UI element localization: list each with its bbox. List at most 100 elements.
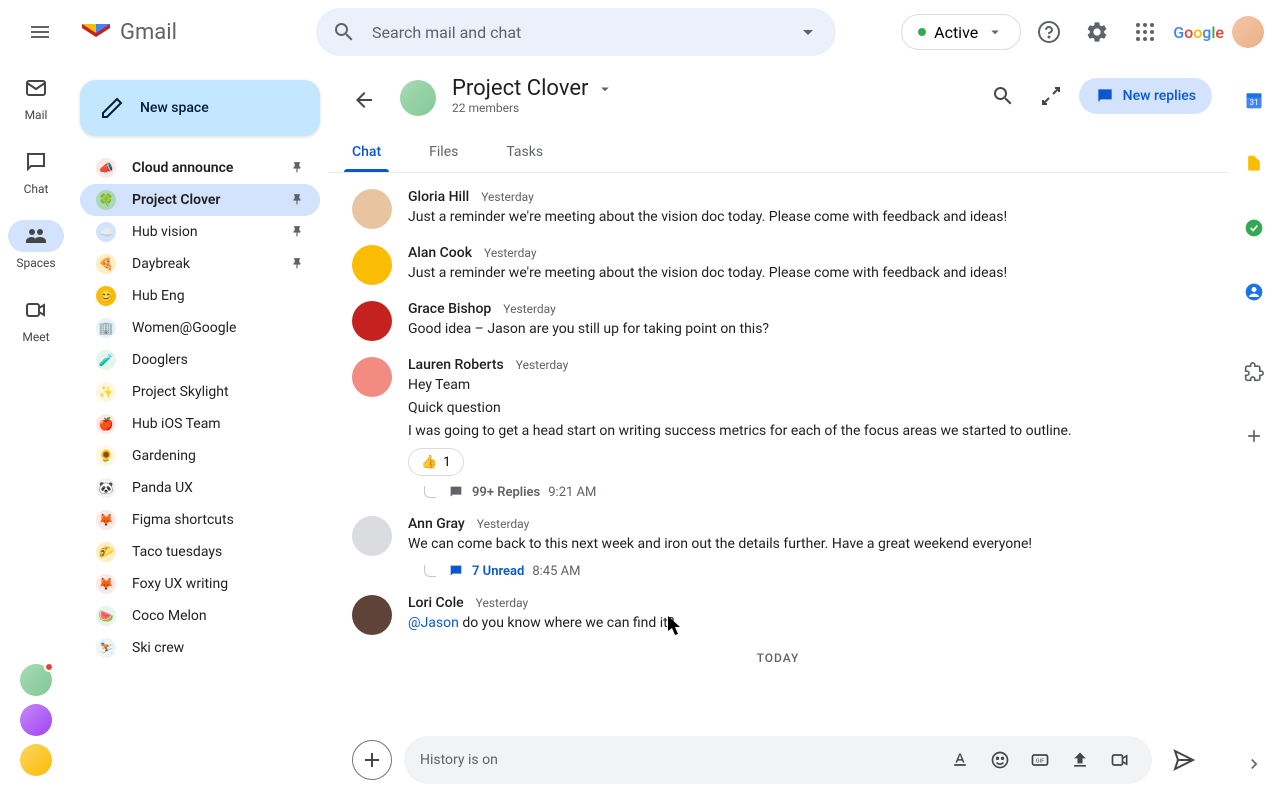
contacts-button[interactable] xyxy=(1234,272,1274,312)
avatar[interactable] xyxy=(352,516,392,556)
sidebar-space-1[interactable]: 🍀Project Clover xyxy=(80,184,320,216)
pin-icon xyxy=(290,193,304,207)
rail-user-3[interactable] xyxy=(20,744,52,776)
sidebar-space-4[interactable]: 😊Hub Eng xyxy=(80,280,320,312)
pin-icon xyxy=(290,161,304,175)
addons-button[interactable] xyxy=(1234,352,1274,392)
keep-button[interactable] xyxy=(1234,144,1274,184)
message-5: Lori ColeYesterday@Jason do you know whe… xyxy=(352,595,1204,635)
new-replies-button[interactable]: New replies xyxy=(1079,78,1212,114)
sidebar-space-2[interactable]: ☁️Hub vision xyxy=(80,216,320,248)
collapse-button[interactable] xyxy=(1031,76,1071,116)
space-icon: ✨ xyxy=(96,382,116,402)
message-2: Grace BishopYesterdayGood idea – Jason a… xyxy=(352,301,1204,341)
search-options-icon[interactable] xyxy=(796,20,820,44)
video-button[interactable] xyxy=(1104,744,1136,776)
status-active-button[interactable]: Active xyxy=(901,14,1021,50)
account-avatar[interactable] xyxy=(1232,16,1264,48)
reaction[interactable]: 👍1 xyxy=(408,448,464,476)
emoji-button[interactable] xyxy=(984,744,1016,776)
space-icon: 🍉 xyxy=(96,606,116,626)
tab-tasks[interactable]: Tasks xyxy=(498,132,551,172)
pin-icon xyxy=(290,225,304,239)
format-button[interactable] xyxy=(944,744,976,776)
gif-button[interactable]: GIF xyxy=(1024,744,1056,776)
compose-input-area[interactable]: GIF xyxy=(404,736,1152,784)
date-divider: TODAY xyxy=(352,651,1204,665)
thread-link[interactable]: 7 Unread8:45 AM xyxy=(424,563,1204,579)
space-icon: 🏢 xyxy=(96,318,116,338)
search-input[interactable] xyxy=(372,23,780,42)
avatar[interactable] xyxy=(352,357,392,397)
space-icon: 🐼 xyxy=(96,478,116,498)
settings-button[interactable] xyxy=(1077,12,1117,52)
space-icon: 🌻 xyxy=(96,446,116,466)
sidebar-space-10[interactable]: 🐼Panda UX xyxy=(80,472,320,504)
chevron-down-icon xyxy=(986,23,1004,41)
tasks-button[interactable] xyxy=(1234,208,1274,248)
main-menu-button[interactable] xyxy=(16,8,64,56)
search-bar[interactable] xyxy=(316,8,836,56)
sidebar-space-9[interactable]: 🌻Gardening xyxy=(80,440,320,472)
apps-button[interactable] xyxy=(1125,12,1165,52)
message-input[interactable] xyxy=(420,752,936,768)
thread-link[interactable]: 99+ Replies9:21 AM xyxy=(424,484,1204,500)
new-space-button[interactable]: New space xyxy=(80,80,320,136)
sidebar-space-6[interactable]: 🧪Dooglers xyxy=(80,344,320,376)
space-search-button[interactable] xyxy=(983,76,1023,116)
upload-button[interactable] xyxy=(1064,744,1096,776)
rail-user-1[interactable] xyxy=(20,664,52,696)
space-icon: ☁️ xyxy=(96,222,116,242)
sidebar-space-0[interactable]: 📣Cloud announce xyxy=(80,152,320,184)
svg-text:31: 31 xyxy=(1249,98,1258,108)
space-icon: ⛷️ xyxy=(96,638,116,658)
avatar[interactable] xyxy=(352,189,392,229)
space-icon: 🍕 xyxy=(96,254,116,274)
space-title[interactable]: Project Clover xyxy=(452,76,967,101)
rail-user-2[interactable] xyxy=(20,704,52,736)
rail-mail[interactable]: Mail xyxy=(0,72,72,122)
pin-icon xyxy=(290,257,304,271)
send-button[interactable] xyxy=(1164,740,1204,780)
compose-add-button[interactable] xyxy=(352,740,392,780)
support-button[interactable] xyxy=(1029,12,1069,52)
sidebar-space-3[interactable]: 🍕Daybreak xyxy=(80,248,320,280)
members-count[interactable]: 22 members xyxy=(452,101,967,115)
sidebar-space-13[interactable]: 🦊Foxy UX writing xyxy=(80,568,320,600)
space-icon: 🦊 xyxy=(96,574,116,594)
tab-chat[interactable]: Chat xyxy=(344,132,389,172)
space-icon: 🌮 xyxy=(96,542,116,562)
space-icon: 😊 xyxy=(96,286,116,306)
message-3: Lauren RobertsYesterdayHey TeamQuick que… xyxy=(352,357,1204,500)
tab-files[interactable]: Files xyxy=(421,132,466,172)
message-0: Gloria HillYesterdayJust a reminder we'r… xyxy=(352,189,1204,229)
side-panel-toggle[interactable] xyxy=(1234,744,1274,784)
add-addon-button[interactable] xyxy=(1234,416,1274,456)
status-dot-icon xyxy=(918,28,926,36)
gmail-logo[interactable]: Gmail xyxy=(80,20,300,45)
calendar-button[interactable]: 31 xyxy=(1234,80,1274,120)
avatar[interactable] xyxy=(352,301,392,341)
back-button[interactable] xyxy=(344,80,384,120)
message-1: Alan CookYesterdayJust a reminder we're … xyxy=(352,245,1204,285)
chevron-down-icon xyxy=(596,80,614,98)
rail-chat[interactable]: Chat xyxy=(0,146,72,196)
space-icon: 🦊 xyxy=(96,510,116,530)
message-4: Ann GrayYesterdayWe can come back to thi… xyxy=(352,516,1204,579)
space-icon: 📣 xyxy=(96,158,116,178)
avatar[interactable] xyxy=(352,595,392,635)
rail-meet[interactable]: Meet xyxy=(0,294,72,344)
status-label: Active xyxy=(934,23,978,42)
sidebar-space-8[interactable]: 🍎Hub iOS Team xyxy=(80,408,320,440)
sidebar-space-5[interactable]: 🏢Women@Google xyxy=(80,312,320,344)
space-icon: 🍀 xyxy=(96,190,116,210)
sidebar-space-7[interactable]: ✨Project Skylight xyxy=(80,376,320,408)
rail-spaces[interactable]: Spaces xyxy=(0,220,72,270)
space-avatar xyxy=(400,80,436,116)
sidebar-space-11[interactable]: 🦊Figma shortcuts xyxy=(80,504,320,536)
sidebar-space-14[interactable]: 🍉Coco Melon xyxy=(80,600,320,632)
sidebar-space-12[interactable]: 🌮Taco tuesdays xyxy=(80,536,320,568)
chat-icon xyxy=(1095,86,1115,106)
sidebar-space-15[interactable]: ⛷️Ski crew xyxy=(80,632,320,664)
avatar[interactable] xyxy=(352,245,392,285)
